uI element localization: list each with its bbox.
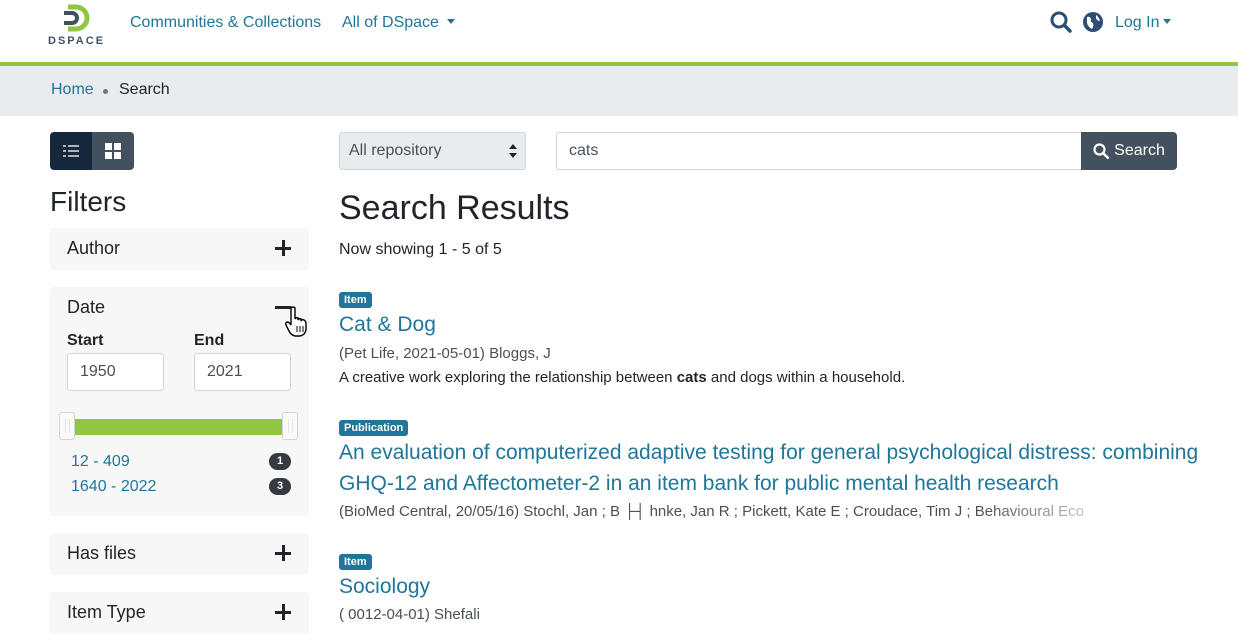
abstract-text: and dogs within a household.: [706, 369, 906, 386]
nav-communities-collections[interactable]: Communities & Collections: [130, 14, 321, 32]
item-type-badge: Item: [339, 292, 372, 308]
view-mode-toggle: [50, 132, 134, 170]
login-dropdown[interactable]: Log In: [1115, 14, 1172, 32]
filters-heading: Filters: [50, 186, 127, 217]
result-metadata: (BioMed Central, 20/05/16) Stochl, Jan ;…: [339, 503, 1084, 520]
nav-all-of-dspace-label: All of DSpace: [342, 14, 439, 31]
result-title-link[interactable]: An evaluation of computerized adaptive t…: [339, 441, 1198, 465]
breadcrumb-current: Search: [119, 81, 170, 98]
grid-icon: [105, 143, 121, 159]
result-metadata: ( 0012-04-01) Shefali: [339, 606, 480, 623]
facet-date: Date Start End 12 - 409 1 1640 - 2022 3: [50, 287, 309, 516]
result-title-link[interactable]: Sociology: [339, 575, 430, 599]
search-icon[interactable]: [1050, 11, 1072, 33]
dspace-logo-icon: [64, 4, 90, 32]
logo-text: DSPACE: [48, 35, 106, 47]
facet-has-files[interactable]: Has files: [50, 533, 309, 575]
search-input[interactable]: [556, 132, 1082, 170]
chevron-down-icon: [1163, 19, 1172, 24]
date-range-link[interactable]: 1640 - 2022: [71, 478, 156, 496]
hand-cursor-icon: [285, 306, 307, 337]
facet-author[interactable]: Author: [50, 228, 309, 270]
site-header: DSPACE Communities & Collections All of …: [0, 0, 1238, 62]
date-range-count-badge: 1: [269, 453, 291, 470]
slider-handle-start[interactable]: [59, 412, 75, 440]
search-button-label: Search: [1114, 142, 1165, 159]
date-start-input[interactable]: [67, 353, 164, 391]
date-start-label: Start: [67, 332, 104, 349]
search-button[interactable]: Search: [1081, 132, 1177, 170]
search-icon: [1093, 143, 1110, 159]
abstract-highlight: cats: [676, 369, 707, 386]
date-end-label: End: [194, 332, 225, 349]
results-heading: Search Results: [339, 189, 570, 227]
result-title-link[interactable]: Cat & Dog: [339, 313, 436, 337]
facet-author-label: Author: [67, 238, 121, 258]
plus-icon[interactable]: [275, 240, 293, 258]
result-metadata: (Pet Life, 2021-05-01) Bloggs, J: [339, 345, 551, 362]
login-label: Log In: [1115, 14, 1160, 31]
date-end-input[interactable]: [194, 353, 291, 391]
scope-select[interactable]: All repository: [339, 132, 526, 170]
dspace-logo[interactable]: DSPACE: [48, 4, 108, 48]
breadcrumb-separator: [103, 89, 108, 94]
chevron-down-icon: [446, 19, 455, 24]
list-view-button[interactable]: [50, 132, 92, 170]
scope-select-value: All repository: [349, 142, 442, 159]
date-range-count-badge: 3: [269, 478, 291, 495]
nav-all-of-dspace[interactable]: All of DSpace: [342, 14, 455, 32]
facet-date-label: Date: [67, 297, 106, 317]
slider-handle-end[interactable]: [282, 412, 298, 440]
breadcrumb-home[interactable]: Home: [51, 81, 94, 99]
globe-icon[interactable]: [1082, 11, 1104, 33]
result-abstract: A creative work exploring the relationsh…: [339, 369, 905, 386]
results-count: Now showing 1 - 5 of 5: [339, 241, 502, 258]
item-type-badge: Item: [339, 554, 372, 570]
facet-has-files-label: Has files: [67, 543, 137, 563]
date-range-slider[interactable]: [66, 419, 292, 435]
date-range-link[interactable]: 12 - 409: [71, 453, 130, 471]
facet-item-type[interactable]: Item Type: [50, 592, 309, 634]
abstract-text: A creative work exploring the relationsh…: [339, 369, 677, 386]
grid-view-button[interactable]: [92, 132, 134, 170]
plus-icon[interactable]: [275, 604, 293, 622]
breadcrumb: Home Search: [0, 66, 1238, 116]
result-title-link[interactable]: GHQ-12 and Affectometer-2 in an item ban…: [339, 472, 1059, 496]
plus-icon[interactable]: [275, 545, 293, 563]
list-icon: [63, 145, 79, 157]
item-type-badge: Publication: [339, 420, 409, 436]
facet-item-type-label: Item Type: [67, 602, 146, 622]
select-arrows-icon: [509, 144, 517, 158]
